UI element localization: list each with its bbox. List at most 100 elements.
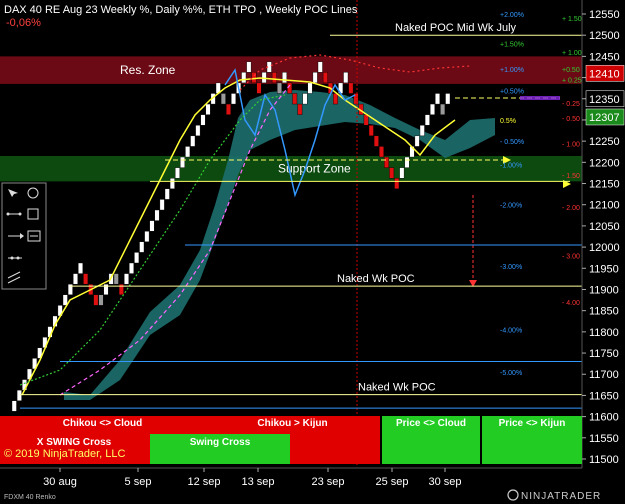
level-label: Naked Wk POC: [358, 382, 436, 394]
renko-brick: [440, 103, 446, 115]
renko-brick: [256, 82, 262, 94]
renko-brick: [312, 72, 318, 84]
pct-label: +1.00%: [500, 67, 524, 74]
renko-brick: [307, 82, 313, 94]
renko-brick: [333, 93, 338, 105]
signal-panel-label: Chikou > Kijun: [257, 418, 327, 429]
daily-pct-label: +0.50: [562, 67, 580, 74]
chart-title: DAX 40 RE Aug 23 Weekly %, Daily %%, ETH…: [4, 4, 358, 16]
renko-chart: Res. ZoneSupport Zone Naked POC Mid Wk J…: [0, 0, 625, 504]
renko-brick: [363, 114, 369, 126]
y-tick-label: 12100: [589, 200, 620, 212]
renko-brick: [78, 262, 84, 274]
signal-panel-label: Price <> Kijun: [499, 418, 566, 429]
y-tick-label: 12500: [589, 30, 620, 42]
renko-brick: [282, 72, 287, 84]
renko-brick: [317, 61, 323, 73]
renko-brick: [72, 273, 78, 285]
purple-marker: [520, 96, 560, 100]
renko-brick: [445, 93, 451, 105]
price-label-text: 12307: [589, 112, 620, 124]
x-tick-label: 23 sep: [311, 476, 344, 488]
pct-label: -1.00%: [500, 162, 522, 169]
zone-label: Res. Zone: [120, 63, 176, 77]
renko-brick: [195, 125, 201, 137]
y-tick-label: 12000: [589, 242, 620, 254]
renko-brick: [302, 93, 308, 105]
renko-brick: [159, 199, 165, 211]
daily-pct-label: - 1.50: [562, 173, 580, 180]
renko-brick: [231, 93, 237, 105]
pct-label: -4.00%: [500, 328, 522, 335]
renko-brick: [93, 294, 99, 306]
renko-brick: [144, 231, 150, 242]
renko-brick: [322, 72, 328, 84]
renko-brick: [149, 220, 155, 232]
y-tick-label: 12200: [589, 157, 620, 169]
daily-pct-label: + 1.00: [562, 50, 582, 57]
daily-pct-label: - 1.00: [562, 141, 580, 148]
signal-panel-label: Chikou <> Cloud: [63, 418, 142, 429]
brand-text: NINJATRADER: [521, 491, 601, 502]
renko-brick: [123, 273, 129, 285]
renko-brick: [419, 125, 425, 137]
y-tick-label: 12550: [589, 9, 620, 21]
renko-brick: [83, 273, 89, 285]
renko-brick: [430, 103, 435, 115]
daily-pct-label: + 0.25: [562, 78, 582, 85]
renko-brick: [297, 103, 303, 115]
renko-brick: [169, 178, 175, 190]
level-label: Naked Wk POC: [337, 273, 415, 285]
renko-brick: [190, 135, 196, 147]
renko-brick: [164, 188, 170, 200]
renko-brick: [174, 167, 180, 179]
pct-label: -3.00%: [500, 264, 522, 271]
renko-brick: [200, 114, 206, 126]
x-tick-label: 25 sep: [375, 476, 408, 488]
y-tick-label: 11500: [589, 454, 619, 466]
renko-brick: [343, 72, 349, 84]
pct-label: +2.00%: [500, 12, 524, 19]
renko-brick: [368, 125, 374, 137]
renko-brick: [373, 135, 379, 147]
pct-label: -2.00%: [500, 203, 522, 210]
renko-brick: [113, 273, 119, 285]
y-tick-label: 11950: [589, 263, 619, 275]
renko-brick: [424, 114, 430, 126]
renko-brick: [435, 93, 440, 105]
renko-brick: [180, 156, 186, 168]
renko-brick: [389, 167, 395, 179]
y-tick-label: 11700: [589, 369, 619, 381]
y-tick-label: 11800: [589, 327, 619, 339]
y-tick-label: 11900: [589, 284, 619, 296]
daily-pct-label: - 0.50: [562, 116, 580, 123]
renko-brick: [277, 82, 282, 94]
daily-pct-label: - 4.00: [562, 300, 580, 307]
renko-brick: [384, 156, 389, 168]
renko-brick: [11, 400, 17, 412]
y-tick-label: 12450: [589, 51, 620, 63]
change-percent: -0,06%: [6, 17, 41, 29]
x-tick-label: 13 sep: [241, 476, 274, 488]
drawing-toolbar: [1, 182, 47, 290]
daily-pct-label: - 0.25: [562, 101, 580, 108]
renko-brick: [16, 389, 22, 401]
renko-brick: [241, 72, 247, 84]
renko-brick: [185, 146, 191, 158]
renko-brick: [414, 135, 420, 147]
daily-pct-label: + 1.50: [562, 16, 582, 23]
level-label: Naked POC Mid Wk July: [395, 22, 517, 34]
daily-pct-label: - 2.00: [562, 205, 580, 212]
renko-brick: [399, 167, 405, 179]
pct-label: 0.5%: [500, 118, 516, 125]
renko-brick: [394, 178, 400, 190]
signal-panel-label: Price <> Cloud: [396, 418, 466, 429]
renko-brick: [251, 72, 257, 84]
y-tick-label: 11750: [589, 348, 619, 360]
x-tick-label: 5 sep: [125, 476, 152, 488]
renko-brick: [205, 103, 211, 115]
renko-brick: [98, 294, 104, 306]
renko-brick: [154, 209, 160, 221]
y-tick-label: 11850: [589, 306, 619, 318]
signal-panel-lower-label: X SWING Cross: [37, 437, 112, 448]
